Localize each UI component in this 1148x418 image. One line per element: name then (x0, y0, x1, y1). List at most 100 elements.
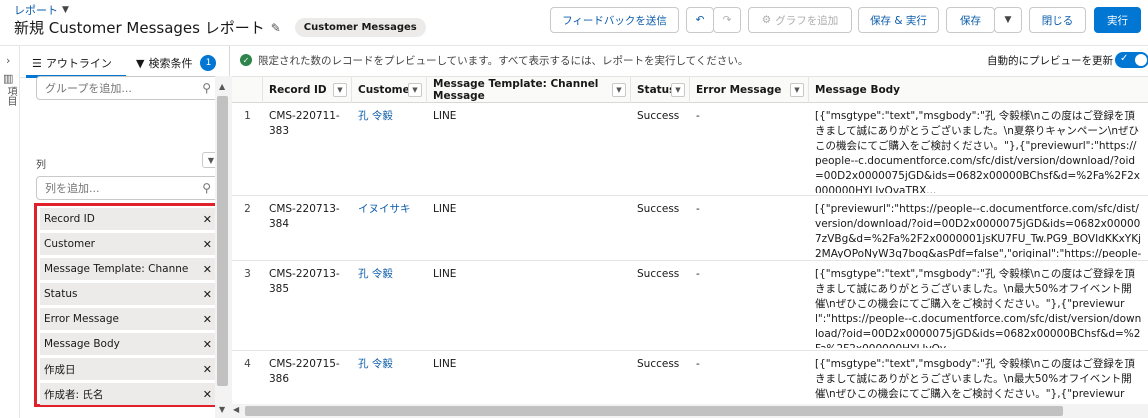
redo-icon[interactable]: ↷ (713, 7, 741, 33)
cell-message-body: [{"msgtype":"text","msgbody":"孔 令毅様\nこの度… (815, 110, 1140, 193)
column-item[interactable]: 作成者: 氏名 ✕ (40, 383, 216, 405)
filter-icon: ▼ (136, 56, 145, 70)
column-item[interactable]: Status ✕ (40, 283, 216, 305)
close-icon[interactable]: ✕ (203, 213, 212, 226)
page-title: 新規 Customer Messages レポート (14, 19, 265, 37)
scroll-left-icon[interactable]: ◀ (233, 405, 239, 414)
column-search-input[interactable]: 列を追加... ⚲ (36, 176, 220, 200)
vertical-scroll-thumb[interactable] (217, 96, 228, 386)
auto-preview-toggle[interactable]: ✓ (1115, 52, 1148, 68)
column-item-label: 作成日 (44, 363, 76, 376)
column-header-label: Message Template: Channel Message (433, 78, 599, 102)
close-icon[interactable]: ✕ (203, 338, 212, 351)
column-search-placeholder: 列を追加... (45, 182, 100, 195)
outline-panel: ☰ アウトライン ▼ 検索条件 1 グループを追加... ⚲ 列 ▼ 列を追加.… (20, 46, 230, 418)
column-header-label: Customer (358, 84, 415, 96)
column-item-label: 作成者: 氏名 (44, 388, 104, 401)
tab-filters-label: 検索条件 (148, 57, 193, 70)
check-circle-icon: ✓ (240, 54, 252, 66)
undo-icon[interactable]: ↶ (686, 7, 714, 33)
close-icon[interactable]: ✕ (203, 313, 212, 326)
panel-tabs: ☰ アウトライン ▼ 検索条件 1 (20, 46, 230, 78)
horizontal-scroll-thumb[interactable] (245, 406, 1063, 416)
caret-down-icon[interactable]: ▼ (62, 5, 69, 15)
fields-rail-label[interactable]: 項目 (3, 86, 18, 106)
row-number: 3 (244, 268, 251, 280)
column-header-record-id[interactable]: Record ID ▼ (263, 77, 352, 103)
cell-status: Success (637, 268, 680, 280)
chevron-down-icon[interactable]: ▼ (333, 83, 347, 97)
chart-icon: ⚙ (761, 14, 772, 26)
breadcrumb[interactable]: レポート ▼ (14, 2, 69, 18)
chevron-down-icon[interactable]: ▼ (408, 83, 422, 97)
table-header: Record ID ▼ Customer ▼ Message Template:… (232, 77, 1148, 103)
tab-filters[interactable]: ▼ 検索条件 1 (136, 55, 217, 71)
column-header-template[interactable]: Message Template: Channel Message ▼ (427, 77, 631, 103)
chevron-down-icon[interactable]: ▼ (671, 83, 685, 97)
columns-section-label: 列 (36, 160, 46, 171)
close-icon[interactable]: ✕ (203, 388, 212, 401)
column-item[interactable]: Record ID ✕ (40, 208, 216, 230)
column-item[interactable]: Message Body ✕ (40, 333, 216, 355)
column-item[interactable]: 作成日 ✕ (40, 358, 216, 380)
tab-outline[interactable]: ☰ アウトライン (32, 55, 112, 71)
table-row: 3 CMS-220713-385 孔 令毅 LINE Success - [{"… (232, 261, 1148, 351)
column-header-label: Status (637, 84, 676, 96)
fields-icon[interactable]: ▥ (3, 72, 13, 85)
group-search-placeholder: グループを追加... (45, 82, 132, 95)
send-feedback-button[interactable]: フィードバックを送信 (550, 7, 679, 33)
table-row: 1 CMS-220711-383 孔 令毅 LINE Success - [{"… (232, 103, 1148, 196)
save-and-run-button[interactable]: 保存 & 実行 (858, 7, 939, 33)
cell-message-body: [{"previewurl":"https://people--c.docume… (815, 203, 1142, 258)
report-preview-table: Record ID ▼ Customer ▼ Message Template:… (232, 76, 1148, 404)
scroll-down-icon[interactable]: ▼ (219, 405, 225, 414)
cell-status: Success (637, 358, 680, 370)
close-button[interactable]: 閉じる (1029, 7, 1086, 33)
column-header-customer[interactable]: Customer ▼ (352, 77, 427, 103)
cell-customer-link[interactable]: 孔 令毅 (352, 351, 427, 378)
close-icon[interactable]: ✕ (203, 263, 212, 276)
fields-rail: › ▥ 項目 (0, 46, 20, 418)
cell-status: Success (637, 110, 680, 122)
column-item-label: Message Body (44, 338, 120, 350)
column-header-status[interactable]: Status ▼ (631, 77, 690, 103)
horizontal-scrollbar[interactable]: ▼ ◀ (215, 404, 1148, 418)
cell-template: LINE (433, 110, 457, 122)
table-row: 4 CMS-220715-386 孔 令毅 LINE Success - [{"… (232, 351, 1148, 404)
list-icon: ☰ (32, 56, 42, 70)
report-header: レポート ▼ 新規 Customer Messages レポート ✎ Custo… (0, 0, 1148, 46)
cell-record-id: CMS-220713-385 (269, 268, 340, 295)
close-icon[interactable]: ✕ (203, 288, 212, 301)
chevron-down-icon[interactable]: ▼ (612, 83, 626, 97)
cell-record-id: CMS-220715-386 (269, 358, 340, 385)
cell-customer-link[interactable]: 孔 令毅 (352, 261, 427, 288)
breadcrumb-reports[interactable]: レポート (14, 2, 58, 18)
cell-error-message: - (696, 358, 700, 370)
pencil-icon[interactable]: ✎ (271, 21, 281, 35)
add-chart-button[interactable]: ⚙ グラフを追加 (748, 7, 852, 33)
column-header-message-body[interactable]: Message Body (809, 77, 1148, 103)
row-number: 4 (244, 358, 251, 370)
search-icon: ⚲ (202, 181, 211, 195)
column-header-error-message[interactable]: Error Message ▼ (690, 77, 809, 103)
column-item-label: Record ID (44, 213, 95, 225)
column-item-label: Message Template: Channel Message (44, 263, 188, 275)
close-icon[interactable]: ✕ (203, 363, 212, 376)
close-icon[interactable]: ✕ (203, 238, 212, 251)
save-button[interactable]: 保存 (946, 7, 995, 33)
cell-message-body: [{"msgtype":"text","msgbody":"孔 令毅様\nこの度… (815, 268, 1142, 348)
row-number-header (232, 77, 263, 103)
cell-template: LINE (433, 268, 457, 280)
column-item[interactable]: Error Message ✕ (40, 308, 216, 330)
group-search-input[interactable]: グループを追加... ⚲ (36, 76, 220, 100)
column-item[interactable]: Message Template: Channel Message ✕ (40, 258, 216, 280)
cell-customer-link[interactable]: イヌイサキ (352, 196, 427, 223)
chevron-right-icon[interactable]: › (6, 54, 10, 67)
save-menu-button[interactable]: ▼ (994, 7, 1022, 33)
chevron-down-icon[interactable]: ▼ (790, 83, 804, 97)
column-item[interactable]: Customer ✕ (40, 233, 216, 255)
cell-customer-link[interactable]: 孔 令毅 (352, 103, 427, 130)
vertical-scrollbar[interactable]: ▲ (215, 76, 232, 404)
scroll-up-icon[interactable]: ▲ (219, 82, 225, 91)
run-button[interactable]: 実行 (1094, 7, 1141, 33)
